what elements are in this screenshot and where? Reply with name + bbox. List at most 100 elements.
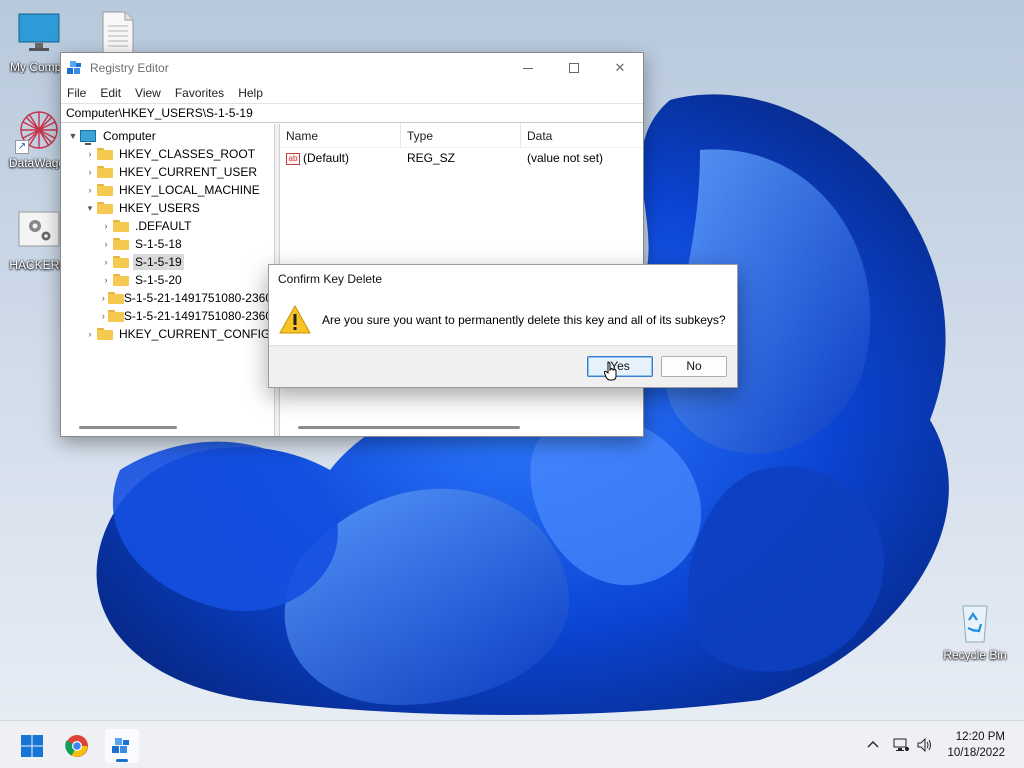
- datawagon-icon: ↗: [15, 106, 63, 154]
- windows-logo-icon: [21, 735, 43, 757]
- network-icon[interactable]: [890, 734, 912, 756]
- registry-editor-icon: [67, 60, 83, 76]
- tray-overflow-chevron-up-icon[interactable]: [862, 734, 884, 756]
- minimize-button[interactable]: [505, 53, 551, 83]
- tree-item-label: S-1-5-21-1491751080-2360: [123, 309, 272, 323]
- tree-item-hkey-local-machine[interactable]: › HKEY_LOCAL_MACHINE: [61, 181, 274, 199]
- chevron-right-icon[interactable]: ›: [99, 311, 108, 321]
- menu-view[interactable]: View: [135, 86, 161, 100]
- menu-file[interactable]: File: [67, 86, 86, 100]
- folder-icon: [113, 238, 129, 250]
- system-tray: [860, 721, 936, 768]
- desktop-icon-recycle-bin[interactable]: Recycle Bin: [936, 598, 1014, 662]
- taskbar-clock[interactable]: 12:20 PM 10/18/2022: [947, 729, 1005, 761]
- column-header-type[interactable]: Type: [401, 124, 521, 148]
- window-title: Registry Editor: [90, 61, 169, 75]
- value-row[interactable]: ab (Default) REG_SZ (value not set): [280, 148, 643, 168]
- chevron-down-icon[interactable]: ▼: [66, 131, 80, 141]
- tree-item-computer[interactable]: ▼ Computer: [61, 127, 274, 145]
- value-name: (Default): [303, 151, 350, 165]
- no-button[interactable]: No: [661, 356, 727, 377]
- menu-edit[interactable]: Edit: [100, 86, 121, 100]
- close-icon: ✕: [614, 60, 626, 75]
- chevron-right-icon[interactable]: ›: [99, 257, 113, 267]
- minimize-icon: [523, 67, 533, 69]
- dialog-title: Confirm Key Delete: [278, 272, 383, 286]
- folder-icon: [113, 220, 129, 232]
- tree-item-s-1-5-21-b[interactable]: › S-1-5-21-1491751080-2360: [61, 307, 274, 325]
- maximize-button[interactable]: [551, 53, 597, 83]
- tree-item-s-1-5-20[interactable]: › S-1-5-20: [61, 271, 274, 289]
- chevron-right-icon[interactable]: ›: [83, 149, 97, 159]
- tree-horizontal-scrollbar[interactable]: [79, 426, 177, 429]
- clock-date: 10/18/2022: [947, 747, 1005, 759]
- confirm-key-delete-dialog: Confirm Key Delete Are you sure you want…: [268, 264, 738, 388]
- tree-item-label: .DEFAULT: [135, 219, 192, 233]
- folder-icon: [97, 184, 113, 196]
- maximize-icon: [569, 63, 579, 73]
- tree-item-s-1-5-19[interactable]: › S-1-5-19: [61, 253, 274, 271]
- tree-item-label: HKEY_LOCAL_MACHINE: [119, 183, 260, 197]
- folder-icon: [107, 310, 124, 322]
- close-button[interactable]: ✕: [597, 53, 643, 83]
- chevron-right-icon[interactable]: ›: [83, 167, 97, 177]
- taskbar: 12:20 PM 10/18/2022: [0, 720, 1024, 768]
- mouse-cursor-icon: [603, 361, 618, 381]
- tree-item-s-1-5-18[interactable]: › S-1-5-18: [61, 235, 274, 253]
- warning-icon: [279, 304, 311, 335]
- tree-item-hkey-current-user[interactable]: › HKEY_CURRENT_USER: [61, 163, 274, 181]
- string-value-icon: ab: [286, 152, 300, 165]
- dialog-footer: Yes No: [269, 345, 737, 387]
- folder-icon: [113, 256, 129, 268]
- tree-item-s-1-5-21-a[interactable]: › S-1-5-21-1491751080-2360: [61, 289, 274, 307]
- value-data: (value not set): [527, 151, 604, 165]
- tree-item-label: HKEY_CURRENT_USER: [119, 165, 258, 179]
- yes-button[interactable]: Yes: [587, 356, 653, 377]
- desktop-icon-label: Recycle Bin: [943, 648, 1007, 662]
- menu-help[interactable]: Help: [238, 86, 263, 100]
- title-bar[interactable]: Registry Editor ✕: [61, 53, 643, 83]
- tree-item-label: HKEY_CLASSES_ROOT: [119, 147, 256, 161]
- tree-item-label: S-1-5-19: [133, 254, 184, 270]
- tree-item-label: Computer: [103, 129, 156, 143]
- taskbar-chrome[interactable]: [60, 729, 94, 763]
- active-app-indicator: [116, 759, 128, 762]
- menu-favorites[interactable]: Favorites: [175, 86, 224, 100]
- folder-icon: [113, 274, 129, 286]
- address-bar[interactable]: Computer\HKEY_USERS\S-1-5-19: [61, 103, 643, 123]
- column-header-name[interactable]: Name: [280, 124, 401, 148]
- dialog-message: Are you sure you want to permanently del…: [322, 313, 726, 327]
- column-header-data[interactable]: Data: [521, 124, 641, 148]
- volume-icon[interactable]: [914, 734, 936, 756]
- tree-item-label: HKEY_CURRENT_CONFIG: [119, 327, 271, 341]
- value-type: REG_SZ: [407, 151, 456, 165]
- chevron-down-icon[interactable]: ▾: [83, 203, 97, 214]
- tree-pane: ▼ Computer › HKEY_CLASSES_ROOT › HKEY_CU…: [61, 124, 275, 436]
- chevron-right-icon[interactable]: ›: [99, 239, 113, 249]
- shortcut-arrow-icon: ↗: [15, 140, 29, 154]
- start-button[interactable]: [15, 729, 49, 763]
- values-horizontal-scrollbar[interactable]: [298, 426, 520, 429]
- chevron-right-icon[interactable]: ›: [83, 329, 97, 339]
- taskbar-registry-editor[interactable]: [105, 729, 139, 763]
- chevron-right-icon[interactable]: ›: [83, 185, 97, 195]
- chevron-right-icon[interactable]: ›: [99, 275, 113, 285]
- folder-icon: [97, 328, 113, 340]
- column-headers: Name Type Data: [280, 124, 643, 148]
- computer-icon: [80, 130, 96, 145]
- chevron-right-icon[interactable]: ›: [99, 293, 108, 303]
- tree-item-hkey-users[interactable]: ▾ HKEY_USERS: [61, 199, 274, 217]
- tree-item-label: S-1-5-18: [135, 237, 182, 251]
- chevron-right-icon[interactable]: ›: [99, 221, 113, 231]
- tree-item-hkey-classes-root[interactable]: › HKEY_CLASSES_ROOT: [61, 145, 274, 163]
- tree-item-hkey-current-config[interactable]: › HKEY_CURRENT_CONFIG: [61, 325, 274, 343]
- folder-icon: [97, 148, 113, 160]
- folder-icon: [107, 292, 124, 304]
- folder-icon: [97, 166, 113, 178]
- menu-bar: File Edit View Favorites Help: [61, 83, 643, 103]
- clock-time: 12:20 PM: [955, 731, 1005, 743]
- regedit-icon: [112, 738, 129, 753]
- tree-item-default[interactable]: › .DEFAULT: [61, 217, 274, 235]
- tree-item-label: S-1-5-20: [135, 273, 182, 287]
- gear-app-icon: [15, 208, 63, 256]
